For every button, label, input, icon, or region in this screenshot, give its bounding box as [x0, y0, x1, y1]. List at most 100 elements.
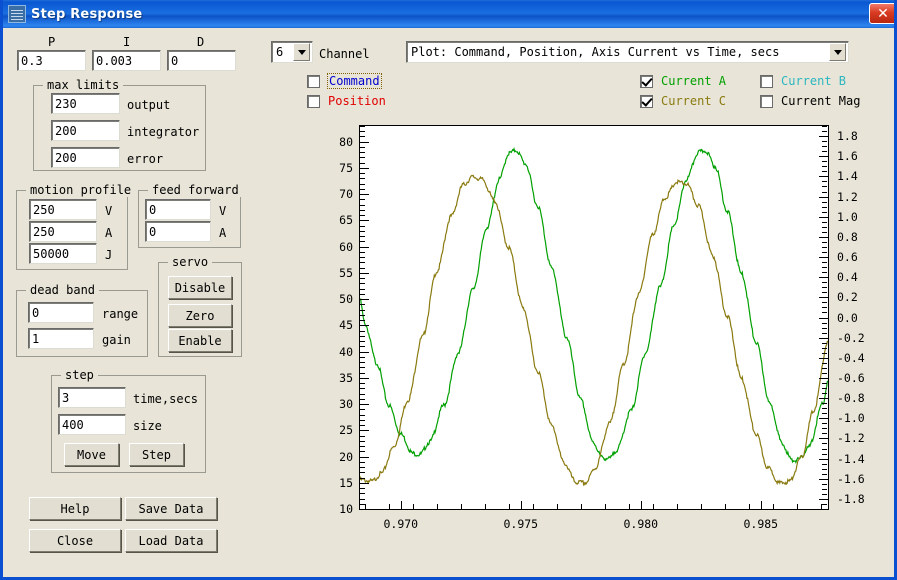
tick — [360, 315, 365, 316]
tick — [360, 409, 365, 410]
y-tick-label-right: 1.0 — [837, 210, 893, 224]
load-data-button[interactable]: Load Data — [125, 529, 217, 552]
step-button[interactable]: Step — [129, 443, 184, 466]
tick — [360, 147, 365, 148]
tick — [360, 152, 365, 153]
y-tick-label-left: 70 — [339, 187, 353, 201]
tick — [360, 257, 365, 258]
checkbox-box[interactable] — [640, 75, 653, 88]
tick — [822, 509, 827, 510]
checkbox-current-mag[interactable]: Current Mag — [760, 94, 860, 108]
tick — [521, 501, 522, 510]
max-output-field[interactable]: 230 — [51, 93, 120, 114]
i-field[interactable]: 0.003 — [92, 50, 161, 71]
tick — [819, 136, 828, 137]
tick — [822, 126, 827, 127]
tick — [389, 504, 390, 509]
close-icon[interactable]: ✕ — [869, 3, 897, 24]
tick — [360, 247, 369, 248]
channel-label: Channel — [319, 47, 370, 61]
tick — [605, 504, 606, 509]
servo-title: servo — [168, 255, 212, 269]
chevron-down-icon[interactable] — [829, 43, 846, 61]
max-error-field[interactable]: 200 — [51, 147, 120, 168]
tick — [360, 378, 369, 379]
tick — [822, 181, 827, 182]
app-icon — [8, 5, 26, 23]
tick — [360, 289, 365, 290]
tick — [360, 278, 365, 279]
close-button[interactable]: Close — [29, 529, 121, 552]
tick — [819, 499, 828, 500]
checkbox-box[interactable] — [640, 95, 653, 108]
tick — [819, 479, 828, 480]
move-button[interactable]: Move — [64, 443, 119, 466]
y-tick-label-left: 60 — [339, 240, 353, 254]
tick — [822, 161, 827, 162]
tick — [822, 428, 827, 429]
tick — [822, 242, 827, 243]
tick — [822, 443, 827, 444]
step-size-field[interactable]: 400 — [58, 414, 126, 435]
checkbox-box[interactable] — [760, 95, 773, 108]
x-tick-label: 0.985 — [743, 517, 778, 531]
dead-band-gain-field[interactable]: 1 — [28, 328, 94, 349]
tick — [701, 504, 702, 509]
ff-a-field[interactable]: 0 — [145, 221, 211, 242]
checkbox-current-a[interactable]: Current A — [640, 74, 726, 88]
checkbox-box[interactable] — [307, 95, 320, 108]
checkbox-position[interactable]: Position — [307, 94, 386, 108]
step-time-field[interactable]: 3 — [58, 387, 126, 408]
d-field[interactable]: 0 — [167, 50, 236, 71]
tick — [822, 262, 827, 263]
tick — [360, 215, 365, 216]
motion-a-field[interactable]: 250 — [29, 221, 97, 242]
ff-v-label: V — [219, 204, 226, 218]
tick — [360, 262, 365, 263]
ff-v-field[interactable]: 0 — [145, 199, 211, 220]
p-field[interactable]: 0.3 — [17, 50, 86, 71]
servo-disable-button[interactable]: Disable — [168, 276, 232, 299]
motion-v-field[interactable]: 250 — [29, 199, 97, 220]
tick — [360, 457, 369, 458]
tick — [581, 504, 582, 509]
tick — [822, 484, 827, 485]
checkbox-current-b[interactable]: Current B — [760, 74, 846, 88]
tick — [822, 469, 827, 470]
servo-enable-button[interactable]: Enable — [168, 329, 232, 352]
motion-j-field[interactable]: 50000 — [29, 243, 97, 264]
plot-select[interactable]: Plot: Command, Position, Axis Current vs… — [406, 41, 849, 63]
channel-select[interactable]: 6 — [271, 41, 313, 63]
tick — [822, 171, 827, 172]
y-tick-label-right: -1.6 — [837, 472, 893, 486]
checkbox-label: Current Mag — [781, 94, 860, 108]
motion-a-label: A — [105, 226, 112, 240]
tick — [822, 504, 827, 505]
chevron-down-icon[interactable] — [293, 43, 310, 61]
tick — [360, 283, 365, 284]
checkbox-box[interactable] — [307, 75, 320, 88]
checkbox-current-c[interactable]: Current C — [640, 94, 726, 108]
dead-band-range-field[interactable]: 0 — [28, 302, 94, 323]
tick — [401, 501, 402, 510]
d-label: D — [197, 35, 204, 49]
tick — [437, 504, 438, 509]
save-data-button[interactable]: Save Data — [125, 497, 217, 520]
tick — [360, 136, 365, 137]
max-integrator-field[interactable]: 200 — [51, 120, 120, 141]
tick — [365, 504, 366, 509]
tick — [822, 222, 827, 223]
y-tick-label-right: -0.8 — [837, 391, 893, 405]
servo-zero-button[interactable]: Zero — [168, 304, 232, 327]
y-tick-label-left: 20 — [339, 450, 353, 464]
tick — [822, 383, 827, 384]
window-title: Step Response — [31, 7, 142, 22]
step-size-label: size — [133, 419, 162, 433]
motion-v-label: V — [105, 204, 112, 218]
tick — [822, 454, 827, 455]
y-tick-label-right: 1.6 — [837, 149, 893, 163]
checkbox-command[interactable]: Command — [307, 74, 381, 88]
tick — [360, 446, 365, 447]
help-button[interactable]: Help — [29, 497, 121, 520]
checkbox-box[interactable] — [760, 75, 773, 88]
